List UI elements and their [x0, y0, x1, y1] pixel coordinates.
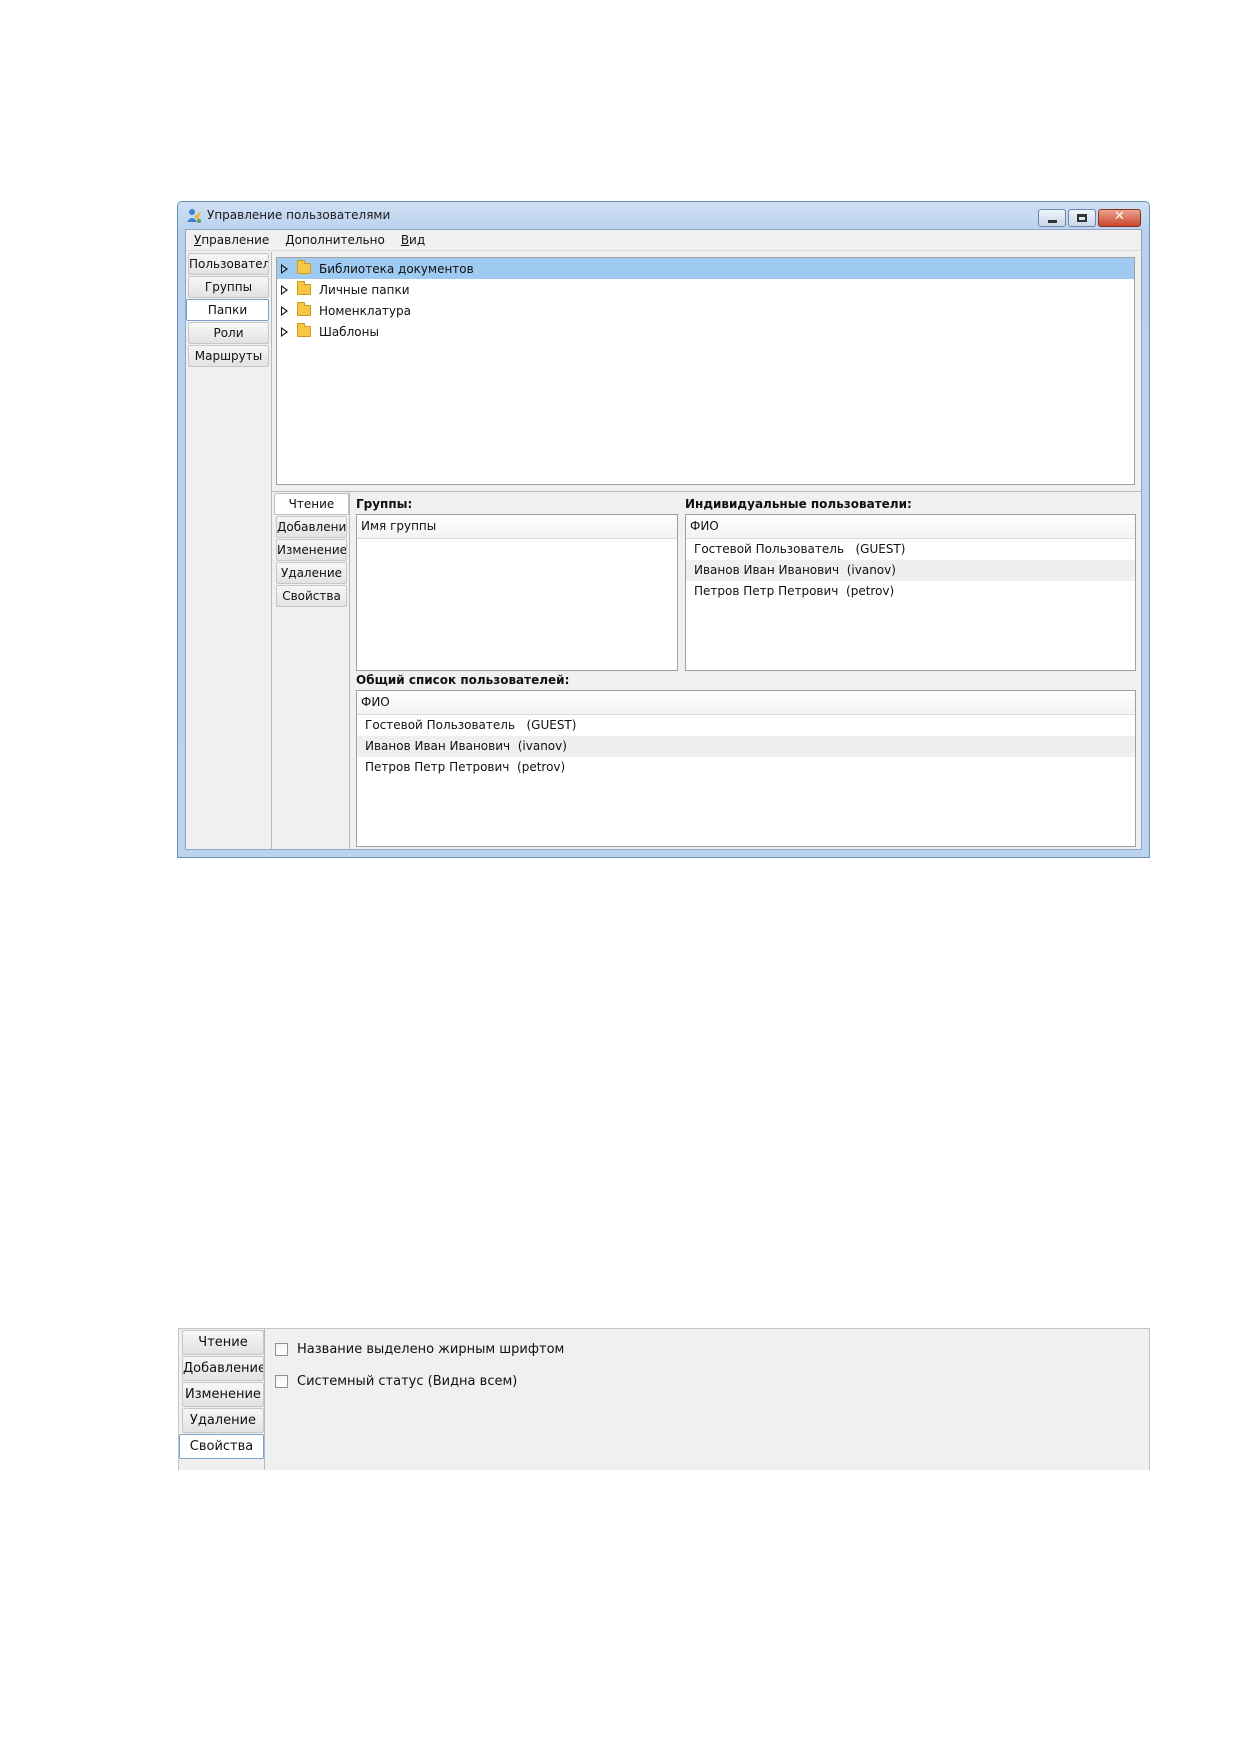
tree-item-label: Личные папки: [319, 282, 410, 297]
permission-tabs: Чтение Добавление Изменение Удаление Сво…: [272, 492, 350, 849]
permissions-panel: Чтение Добавление Изменение Удаление Сво…: [272, 491, 1141, 849]
tab-delete[interactable]: Удаление: [276, 562, 347, 584]
system-status-checkbox[interactable]: [275, 1375, 288, 1388]
tab-groups[interactable]: Группы: [188, 276, 269, 298]
expand-arrow-icon[interactable]: [281, 263, 288, 274]
tab-delete[interactable]: Удаление: [182, 1408, 264, 1433]
tab-routes[interactable]: Маршруты: [188, 345, 269, 367]
minimize-button[interactable]: [1038, 209, 1066, 227]
table-row[interactable]: Иванов Иван Иванович (ivanov): [357, 736, 1135, 757]
app-icon: [187, 209, 201, 223]
menu-additional[interactable]: Дополнительно: [277, 233, 393, 247]
table-row[interactable]: Гостевой Пользователь (GUEST): [686, 539, 1135, 560]
tree-item-personal-folders[interactable]: Личные папки: [277, 279, 1134, 300]
folder-icon: [297, 281, 311, 295]
tree-item-label: Библиотека документов: [319, 261, 474, 276]
tree-item-nomenclature[interactable]: Номенклатура: [277, 300, 1134, 321]
bold-name-label: Название выделено жирным шрифтом: [297, 1342, 565, 1357]
all-users-column-header[interactable]: ФИО: [357, 691, 1135, 715]
properties-panel: Чтение Добавление Изменение Удаление Сво…: [178, 1328, 1150, 1470]
tree-item-templates[interactable]: Шаблоны: [277, 321, 1134, 342]
window-title: Управление пользователями: [207, 208, 391, 222]
tab-add[interactable]: Добавление: [182, 1356, 264, 1381]
system-status-option[interactable]: Системный статус (Видна всем): [275, 1374, 517, 1389]
individual-users-label: Индивидуальные пользователи:: [685, 497, 912, 511]
tab-edit[interactable]: Изменение: [276, 539, 347, 561]
menu-manage[interactable]: Управление: [186, 233, 277, 247]
individual-users-table[interactable]: ФИО Гостевой Пользователь (GUEST) Иванов…: [685, 514, 1136, 671]
groups-column-header[interactable]: Имя группы: [357, 515, 677, 539]
expand-arrow-icon[interactable]: [281, 326, 288, 337]
system-status-label: Системный статус (Видна всем): [297, 1374, 518, 1389]
title-bar[interactable]: Управление пользователями ✕: [178, 202, 1149, 229]
folder-icon: [297, 323, 311, 337]
tab-folders[interactable]: Папки: [186, 299, 269, 321]
tab-read[interactable]: Чтение: [274, 493, 349, 515]
close-icon: ✕: [1114, 209, 1125, 224]
expand-arrow-icon[interactable]: [281, 305, 288, 316]
expand-arrow-icon[interactable]: [281, 284, 288, 295]
properties-permission-tabs: Чтение Добавление Изменение Удаление Сво…: [179, 1329, 265, 1470]
menu-bar: Управление Дополнительно Вид: [186, 230, 1141, 251]
table-row[interactable]: Петров Петр Петрович (petrov): [357, 757, 1135, 778]
tree-item-label: Номенклатура: [319, 303, 411, 318]
window-client-area: Управление Дополнительно Вид Пользовател…: [185, 229, 1142, 850]
menu-view[interactable]: Вид: [393, 233, 433, 247]
tree-item-document-library[interactable]: Библиотека документов: [277, 258, 1134, 279]
folder-tree: Библиотека документов Личные папки Номен…: [276, 257, 1135, 485]
minimize-icon: [1048, 220, 1057, 223]
user-management-window: Управление пользователями ✕ Управление Д…: [177, 201, 1150, 858]
tab-users[interactable]: Пользователи: [188, 253, 269, 275]
table-row[interactable]: Иванов Иван Иванович (ivanov): [686, 560, 1135, 581]
tab-roles[interactable]: Роли: [188, 322, 269, 344]
maximize-icon: [1077, 214, 1087, 222]
groups-table[interactable]: Имя группы: [356, 514, 678, 671]
tab-properties[interactable]: Свойства: [276, 585, 347, 607]
groups-label: Группы:: [356, 497, 413, 511]
folder-icon: [297, 260, 311, 274]
tab-add[interactable]: Добавление: [276, 516, 347, 538]
tab-edit[interactable]: Изменение: [182, 1382, 264, 1407]
section-tabs: Пользователи Группы Папки Роли Маршруты: [186, 252, 272, 849]
table-row[interactable]: Гостевой Пользователь (GUEST): [357, 715, 1135, 736]
folder-icon: [297, 302, 311, 316]
close-button[interactable]: ✕: [1098, 209, 1141, 227]
tab-properties[interactable]: Свойства: [179, 1434, 264, 1459]
all-users-table[interactable]: ФИО Гостевой Пользователь (GUEST) Иванов…: [356, 690, 1136, 847]
all-users-label: Общий список пользователей:: [356, 673, 570, 687]
bold-name-option[interactable]: Название выделено жирным шрифтом: [275, 1342, 564, 1357]
bold-name-checkbox[interactable]: [275, 1343, 288, 1356]
maximize-button[interactable]: [1068, 209, 1096, 227]
table-row[interactable]: Петров Петр Петрович (petrov): [686, 581, 1135, 602]
window-controls: ✕: [1036, 209, 1141, 227]
tree-item-label: Шаблоны: [319, 324, 379, 339]
individual-users-column-header[interactable]: ФИО: [686, 515, 1135, 539]
tab-read[interactable]: Чтение: [182, 1330, 264, 1355]
